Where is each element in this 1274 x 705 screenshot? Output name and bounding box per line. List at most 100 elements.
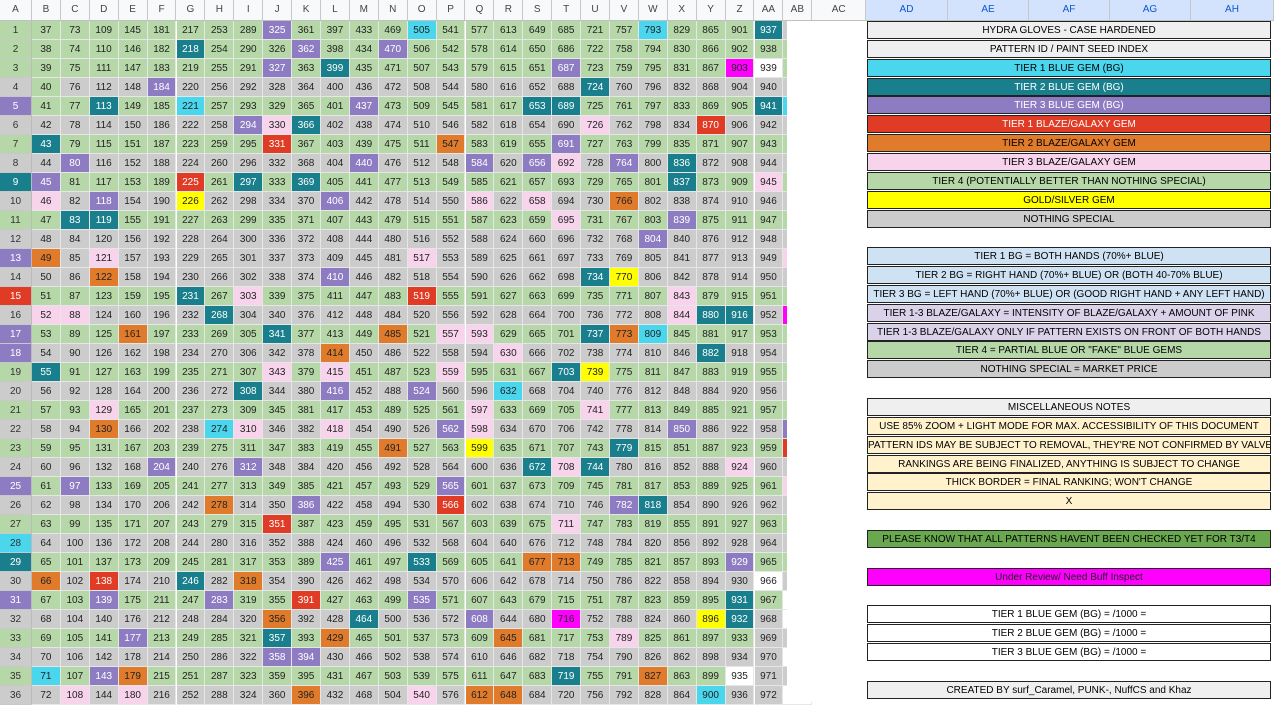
- pattern-cell[interactable]: 685: [552, 21, 582, 40]
- pattern-cell[interactable]: 359: [263, 667, 293, 686]
- pattern-cell[interactable]: 682: [523, 648, 553, 667]
- pattern-cell[interactable]: 74: [60, 40, 90, 59]
- pattern-cell[interactable]: 632: [494, 382, 524, 401]
- pattern-cell[interactable]: 87: [60, 287, 90, 306]
- pattern-cell[interactable]: 836: [667, 154, 697, 173]
- pattern-cell[interactable]: 686: [552, 40, 582, 59]
- pattern-cell[interactable]: 274: [205, 420, 235, 439]
- pattern-cell[interactable]: 217: [176, 21, 206, 40]
- pattern-cell[interactable]: 461: [349, 553, 379, 572]
- pattern-cell[interactable]: 323: [234, 667, 264, 686]
- pattern-cell[interactable]: 615: [494, 59, 524, 78]
- pattern-cell[interactable]: 75: [60, 59, 90, 78]
- pattern-cell[interactable]: 622: [494, 192, 524, 211]
- pattern-cell[interactable]: 653: [523, 97, 553, 116]
- pattern-cell[interactable]: 645: [494, 629, 524, 648]
- row-header[interactable]: 23: [0, 439, 32, 458]
- row-header[interactable]: 33: [0, 629, 32, 648]
- pattern-cell[interactable]: 451: [349, 363, 379, 382]
- pattern-cell[interactable]: 444: [349, 230, 379, 249]
- pattern-cell[interactable]: 192: [147, 230, 177, 249]
- pattern-cell[interactable]: 200: [147, 382, 177, 401]
- pattern-cell[interactable]: 228: [176, 230, 206, 249]
- pattern-cell[interactable]: 924: [725, 458, 755, 477]
- pattern-cell[interactable]: 375: [292, 287, 321, 306]
- column-header-a[interactable]: A: [0, 0, 32, 20]
- pattern-cell[interactable]: 960: [754, 458, 784, 477]
- pattern-cell[interactable]: 912: [725, 230, 755, 249]
- pattern-cell[interactable]: 954: [754, 344, 784, 363]
- column-header-af[interactable]: AF: [1029, 0, 1110, 20]
- pattern-cell[interactable]: 546: [436, 116, 466, 135]
- pattern-cell[interactable]: 398: [321, 40, 350, 59]
- pattern-cell[interactable]: 493: [378, 477, 408, 496]
- pattern-cell[interactable]: 764: [610, 154, 639, 173]
- pattern-cell[interactable]: 879: [696, 287, 726, 306]
- pattern-cell[interactable]: 312: [234, 458, 264, 477]
- pattern-cell[interactable]: 709: [552, 477, 582, 496]
- row-header[interactable]: 5: [0, 97, 32, 116]
- pattern-cell[interactable]: 209: [147, 553, 177, 572]
- pattern-cell[interactable]: 553: [436, 249, 466, 268]
- pattern-cell[interactable]: 907: [725, 135, 755, 154]
- pattern-cell[interactable]: 510: [407, 116, 437, 135]
- pattern-cell[interactable]: 446: [349, 268, 379, 287]
- pattern-cell[interactable]: 736: [581, 306, 610, 325]
- pattern-cell[interactable]: 731: [581, 211, 610, 230]
- column-header-m[interactable]: M: [350, 0, 379, 20]
- pattern-cell[interactable]: 69: [32, 629, 61, 648]
- pattern-cell[interactable]: 797: [638, 97, 668, 116]
- pattern-cell[interactable]: 955: [754, 363, 784, 382]
- pattern-cell[interactable]: 111: [89, 59, 119, 78]
- pattern-cell[interactable]: 854: [667, 496, 697, 515]
- pattern-cell[interactable]: 498: [378, 572, 408, 591]
- pattern-cell[interactable]: 176: [118, 610, 148, 629]
- pattern-cell[interactable]: 368: [292, 154, 321, 173]
- pattern-cell[interactable]: 953: [754, 325, 784, 344]
- pattern-cell[interactable]: 582: [465, 116, 495, 135]
- pattern-cell[interactable]: 634: [494, 420, 524, 439]
- pattern-cell[interactable]: 457: [349, 477, 379, 496]
- pattern-cell[interactable]: 110: [89, 40, 119, 59]
- pattern-cell[interactable]: 852: [667, 458, 697, 477]
- pattern-cell[interactable]: 771: [610, 287, 639, 306]
- column-header-r[interactable]: R: [494, 0, 524, 20]
- pattern-cell[interactable]: 325: [263, 21, 293, 40]
- pattern-cell[interactable]: 37: [32, 21, 61, 40]
- pattern-cell[interactable]: 799: [638, 135, 668, 154]
- pattern-cell[interactable]: 239: [176, 439, 206, 458]
- pattern-cell[interactable]: 245: [176, 553, 206, 572]
- pattern-cell[interactable]: 850: [667, 420, 697, 439]
- pattern-cell[interactable]: 635: [494, 439, 524, 458]
- pattern-cell[interactable]: 812: [638, 382, 668, 401]
- pattern-cell[interactable]: 885: [696, 401, 726, 420]
- pattern-cell[interactable]: 658: [523, 192, 553, 211]
- pattern-cell[interactable]: 83: [60, 211, 90, 230]
- pattern-cell[interactable]: 197: [147, 325, 177, 344]
- pattern-cell[interactable]: 522: [407, 344, 437, 363]
- pattern-cell[interactable]: 180: [118, 686, 148, 705]
- column-header-o[interactable]: O: [408, 0, 437, 20]
- pattern-cell[interactable]: 958: [754, 420, 784, 439]
- pattern-cell[interactable]: 928: [725, 534, 755, 553]
- pattern-cell[interactable]: 784: [610, 534, 639, 553]
- pattern-cell[interactable]: 419: [321, 439, 350, 458]
- column-header-t[interactable]: T: [552, 0, 582, 20]
- pattern-cell[interactable]: 925: [725, 477, 755, 496]
- pattern-cell[interactable]: 735: [581, 287, 610, 306]
- pattern-cell[interactable]: 392: [292, 610, 321, 629]
- row-header[interactable]: 16: [0, 306, 32, 325]
- pattern-cell[interactable]: 676: [523, 534, 553, 553]
- pattern-cell[interactable]: 321: [234, 629, 264, 648]
- pattern-cell[interactable]: 629: [494, 325, 524, 344]
- pattern-cell[interactable]: 100: [60, 534, 90, 553]
- pattern-cell[interactable]: 775: [610, 363, 639, 382]
- pattern-cell[interactable]: 396: [292, 686, 321, 705]
- pattern-cell[interactable]: 460: [349, 534, 379, 553]
- pattern-cell[interactable]: 127: [89, 363, 119, 382]
- pattern-cell[interactable]: 881: [696, 325, 726, 344]
- pattern-cell[interactable]: 621: [494, 173, 524, 192]
- pattern-cell[interactable]: 147: [118, 59, 148, 78]
- pattern-cell[interactable]: 458: [349, 496, 379, 515]
- pattern-cell[interactable]: 776: [610, 382, 639, 401]
